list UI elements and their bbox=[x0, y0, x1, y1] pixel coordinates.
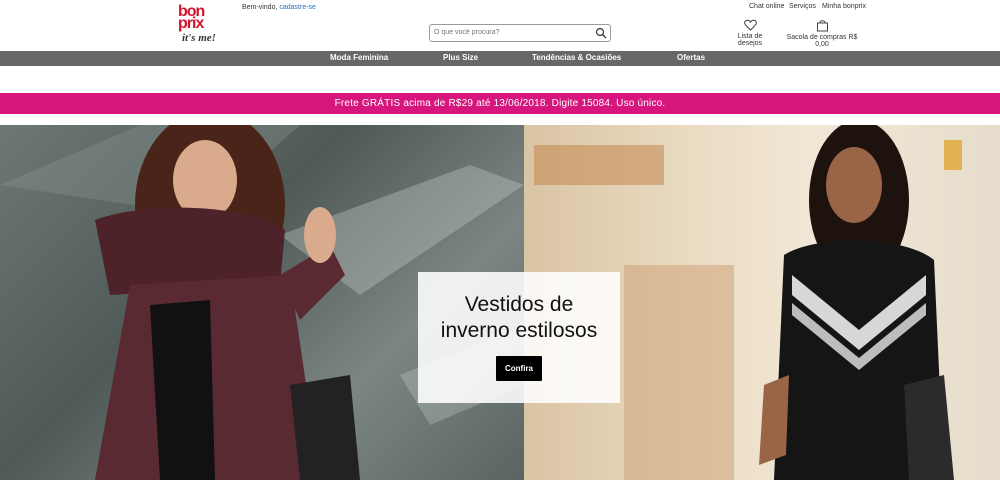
welcome-message: Bem-vindo, cadastre-se bbox=[242, 4, 316, 11]
logo-tagline: it's me! bbox=[182, 32, 216, 44]
signup-link[interactable]: cadastre-se bbox=[279, 4, 316, 11]
search-input[interactable] bbox=[434, 26, 584, 38]
hero-title-line1: Vestidos de bbox=[464, 293, 574, 316]
site-header: bon prix it's me! Bem-vindo, cadastre-se… bbox=[0, 0, 1000, 51]
confira-button[interactable]: Confira bbox=[496, 356, 542, 381]
wishlist-button[interactable]: Lista de desejos bbox=[725, 19, 775, 47]
heart-icon bbox=[743, 19, 757, 31]
hero-title-line2: inverno estilosos bbox=[440, 319, 598, 342]
cart-button[interactable]: Sacola de compras R$ 0,00 bbox=[781, 19, 863, 48]
hero-title: Vestidos de inverno estilosos bbox=[418, 292, 620, 344]
cart-label: Sacola de compras R$ 0,00 bbox=[786, 34, 858, 48]
shopping-bag-icon bbox=[816, 20, 828, 32]
nav-item-plus-size[interactable]: Plus Size bbox=[443, 53, 478, 62]
chat-online-link[interactable]: Chat online bbox=[749, 3, 784, 10]
my-account-link[interactable]: Minha bonprix bbox=[822, 3, 866, 10]
bonprix-logo[interactable]: bon prix it's me! bbox=[174, 4, 220, 45]
hero-banner[interactable]: Vestidos de inverno estilosos Confira bbox=[0, 125, 1000, 480]
search-icon[interactable] bbox=[595, 27, 607, 39]
nav-item-ofertas[interactable]: Ofertas bbox=[677, 53, 705, 62]
search-box[interactable] bbox=[429, 24, 611, 42]
welcome-text: Bem-vindo, bbox=[242, 4, 278, 11]
wishlist-label: Lista de desejos bbox=[737, 33, 763, 47]
services-link[interactable]: Serviços bbox=[789, 3, 816, 10]
nav-item-moda-feminina[interactable]: Moda Feminina bbox=[330, 53, 388, 62]
main-navigation: Moda Feminina Plus Size Tendências & Oca… bbox=[0, 51, 1000, 66]
hero-text-box: Vestidos de inverno estilosos Confira bbox=[418, 272, 620, 403]
logo-text-prix: prix bbox=[178, 15, 204, 32]
promo-banner[interactable]: Frete GRÁTIS acima de R$29 até 13/06/201… bbox=[0, 93, 1000, 114]
nav-item-tendencias[interactable]: Tendências & Ocasiões bbox=[532, 53, 621, 62]
